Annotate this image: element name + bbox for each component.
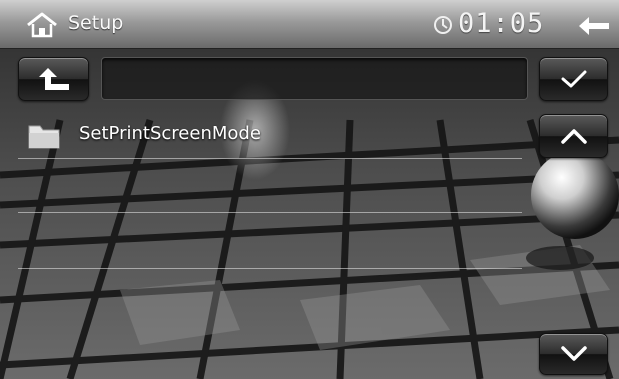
confirm-button[interactable] — [539, 57, 608, 101]
row-divider — [18, 158, 522, 159]
page-title: Setup — [68, 12, 124, 34]
clock-icon — [434, 16, 452, 34]
home-icon[interactable] — [26, 12, 58, 38]
scroll-up-button[interactable] — [539, 114, 608, 158]
scroll-down-button[interactable] — [539, 333, 608, 375]
checkmark-icon — [561, 70, 586, 88]
up-level-icon — [38, 68, 69, 90]
chevron-up-icon — [560, 129, 587, 144]
list-item[interactable]: SetPrintScreenMode — [18, 114, 522, 158]
row-divider — [18, 268, 522, 269]
title-bar: Setup 01:05 — [0, 0, 619, 49]
clock-time: 01:05 — [458, 8, 545, 39]
setup-screen: Setup 01:05 SetPrintScreenMode — [0, 0, 619, 379]
chevron-down-icon — [560, 346, 587, 361]
list-item-label: SetPrintScreenMode — [79, 123, 261, 144]
parent-folder-button[interactable] — [18, 57, 89, 101]
folder-icon — [28, 125, 60, 149]
path-field[interactable] — [101, 57, 528, 100]
back-arrow-icon[interactable] — [577, 15, 611, 37]
row-divider — [18, 212, 522, 213]
